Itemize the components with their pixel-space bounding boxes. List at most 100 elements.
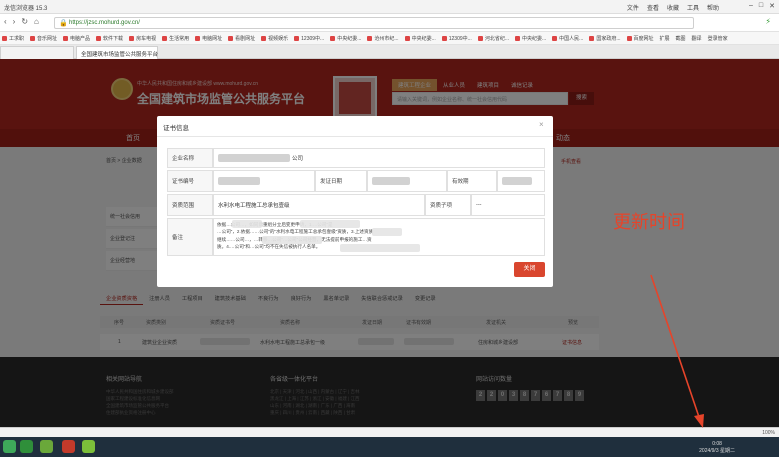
value-cert-no [213, 170, 315, 192]
value-valid-date [497, 170, 545, 192]
browser-title-bar: 龙信浏览器 15.3 文件 查看 收藏 工具 帮助 – □ ✕ [0, 0, 779, 14]
bookmark-item[interactable]: 河北省纪... [477, 35, 509, 42]
menu-favorites[interactable]: 收藏 [667, 3, 679, 12]
bookmark-icon [589, 35, 595, 41]
bookmark-tool[interactable]: 登录管家 [708, 35, 728, 42]
address-bar-row: ‹ › ↻ ⌂ 🔒 https://jzsc.mohurd.gov.cn/ ⚡ [0, 14, 779, 32]
redacted-remark-2 [300, 220, 360, 228]
annotation-text: 更新时间 [613, 212, 685, 233]
bookmark-icon [129, 35, 135, 41]
bookmark-item[interactable]: 房车电视 [129, 35, 156, 42]
zoom-level[interactable]: 100% [762, 430, 775, 436]
bookmark-item[interactable]: 生活常用 [162, 35, 189, 42]
bookmark-item[interactable]: 沧州市纪... [367, 35, 399, 42]
close-window-icon[interactable]: ✕ [769, 2, 775, 10]
label-company: 企业名称 [167, 148, 213, 168]
system-clock[interactable]: 0:08 2024/9/3 星期二 [699, 441, 735, 454]
go-icon[interactable]: ⚡ [765, 17, 771, 26]
browser-menu: 文件 查看 收藏 工具 帮助 [627, 3, 719, 12]
modal-close-button[interactable]: 关闭 [514, 262, 545, 277]
tab-platform-label: 全国建筑市场监管公共服务平台 [81, 52, 159, 58]
bookmark-icon [2, 35, 7, 41]
bookmark-icon [330, 35, 336, 41]
bookmark-tool[interactable]: 扩展 [660, 35, 670, 42]
tab-strip: 全国建筑市场监管公共服务平台 [0, 45, 779, 59]
lock-icon: 🔒 [59, 20, 68, 27]
bookmark-icon [195, 35, 201, 41]
forward-icon[interactable]: › [13, 17, 16, 26]
wps-taskbar-icon[interactable] [62, 440, 75, 453]
value-issue-date [367, 170, 447, 192]
bookmark-item[interactable]: 百度网址 [626, 35, 654, 42]
value-company: 公司 [213, 148, 545, 168]
url-text: https://jzsc.mohurd.gov.cn/ [69, 20, 140, 26]
modal-divider [157, 136, 553, 137]
bookmark-icon [514, 35, 520, 41]
home-icon[interactable]: ⌂ [34, 17, 39, 26]
redacted-remark-5 [340, 244, 420, 252]
bookmark-icon [162, 35, 168, 41]
tab-blank[interactable] [0, 46, 74, 59]
redacted-valid-date [502, 177, 532, 185]
back-icon[interactable]: ‹ [4, 17, 7, 26]
bookmark-item[interactable]: 12309中... [441, 35, 472, 42]
redacted-remark-4 [262, 236, 322, 244]
bookmark-icon [96, 35, 102, 41]
redacted-issue [372, 177, 410, 185]
label-issue-date: 发证日期 [315, 170, 367, 192]
clock-date: 2024/9/3 星期二 [699, 448, 735, 454]
bookmark-tool[interactable]: 翻译 [692, 35, 702, 42]
bookmark-icon [626, 35, 632, 41]
bookmarks-bar: 工求职 音乐网址 电脑产品 软件下载 房车电视 生活常用 电脑网址 看剧网址 视频娱乐 12309… [0, 32, 779, 45]
menu-file[interactable]: 文件 [627, 3, 639, 12]
bookmark-item[interactable]: 中国人民... [552, 35, 583, 42]
bookmark-icon [63, 35, 69, 41]
app-taskbar-icon[interactable] [40, 440, 53, 453]
redacted-cert [218, 177, 260, 185]
minimize-icon[interactable]: – [749, 2, 753, 10]
bookmark-item[interactable]: 电脑网址 [195, 35, 222, 42]
tab-platform[interactable]: 全国建筑市场监管公共服务平台 [76, 46, 158, 59]
bookmark-item[interactable]: 看剧网址 [228, 35, 255, 42]
wechat-taskbar-icon[interactable] [82, 440, 95, 453]
os-taskbar [0, 437, 779, 457]
bookmark-icon [404, 35, 410, 41]
bookmark-item[interactable]: 视频娱乐 [261, 35, 288, 42]
bookmark-item[interactable]: 工求职 [2, 35, 24, 42]
bookmark-item[interactable]: 中央纪委... [404, 35, 436, 42]
bookmark-icon [552, 35, 558, 41]
browser-title: 龙信浏览器 15.3 [4, 6, 48, 12]
bookmark-item[interactable]: 软件下载 [96, 35, 123, 42]
bookmark-item[interactable]: 中央纪委... [330, 35, 361, 42]
bookmark-item[interactable]: 音乐网址 [30, 35, 57, 42]
bookmark-icon [441, 35, 447, 41]
bookmark-icon [367, 35, 373, 41]
bookmark-tool[interactable]: 截图 [676, 35, 686, 42]
menu-view[interactable]: 查看 [647, 3, 659, 12]
value-sub-items: --- [471, 194, 545, 216]
bookmark-item[interactable]: 电脑产品 [63, 35, 90, 42]
value-scope: 水利水电工程施工总承包壹级 [213, 194, 425, 216]
label-valid-date: 有效期 [447, 170, 497, 192]
menu-help[interactable]: 帮助 [707, 3, 719, 12]
bookmark-icon [30, 35, 36, 41]
label-remark: 备注 [167, 218, 213, 256]
window-controls: – □ ✕ [749, 2, 775, 10]
nav-buttons: ‹ › ↻ ⌂ [4, 17, 39, 26]
bookmark-icon [228, 35, 234, 41]
start-icon[interactable] [3, 440, 16, 453]
label-scope: 资质范围 [167, 194, 213, 216]
browser-status-bar: 100% [0, 427, 779, 437]
modal-close-icon[interactable]: × [539, 120, 544, 129]
browser-taskbar-icon[interactable] [20, 440, 33, 453]
maximize-icon[interactable]: □ [759, 2, 763, 10]
redacted-remark-1 [232, 220, 262, 228]
label-cert-no: 证书编号 [167, 170, 213, 192]
bookmark-item[interactable]: 中央纪委... [514, 35, 546, 42]
reload-icon[interactable]: ↻ [21, 17, 28, 26]
redacted-company [218, 154, 290, 162]
url-input[interactable]: 🔒 https://jzsc.mohurd.gov.cn/ [54, 17, 694, 29]
bookmark-item[interactable]: 国家政府... [589, 35, 621, 42]
bookmark-item[interactable]: 12309中... [294, 35, 324, 42]
menu-tools[interactable]: 工具 [687, 3, 699, 12]
